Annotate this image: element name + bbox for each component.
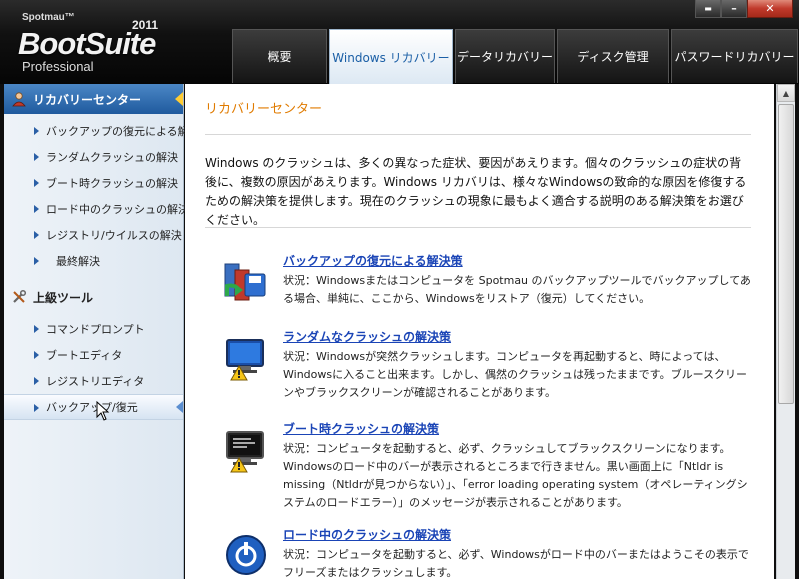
sidebar-item-label: ブート時クラッシュの解決: [46, 177, 178, 190]
sidebar-item-label: バックアップの復元による解決: [46, 125, 200, 138]
menu-button[interactable]: ▬: [695, 0, 721, 18]
sidebar-item-label: コマンドプロンプト: [46, 323, 145, 336]
tools-icon: [10, 288, 28, 306]
sidebar-item-loading-crash[interactable]: ロード中のクラッシュの解決: [4, 196, 189, 222]
sidebar-item-boot-crash[interactable]: ブート時クラッシュの解決: [4, 170, 183, 196]
tab-password-recovery[interactable]: パスワードリカバリー: [671, 29, 798, 83]
tab-disk-management[interactable]: ディスク管理: [557, 29, 669, 83]
product-edition: Professional: [22, 59, 94, 74]
solution-description: 状況：コンピュータを起動すると、必ず、クラッシュしてブラックスクリーンになります…: [283, 442, 748, 509]
vertical-scrollbar[interactable]: ▲: [776, 84, 795, 579]
sidebar-item-label: バックアップ/復元: [46, 401, 138, 414]
window-controls: ▬ – ✕: [695, 0, 793, 18]
intro-text: Windows のクラッシュは、多くの異なった症状、要因があえります。個々のクラ…: [205, 156, 747, 227]
sidebar-item-registry-virus[interactable]: レジストリ/ウイルスの解決: [4, 222, 183, 248]
sidebar-item-label: レジストリエディタ: [46, 375, 145, 388]
sidebar-item-random-crash[interactable]: ランダムクラッシュの解決: [4, 144, 183, 170]
mouse-cursor-icon: [96, 401, 110, 421]
tab-windows-recovery[interactable]: Windows リカバリー: [329, 29, 453, 85]
main-tabs: 概要 Windows リカバリー データリカバリー ディスク管理 パスワードリカ…: [232, 29, 799, 85]
close-button[interactable]: ✕: [747, 0, 793, 18]
selection-marker: [176, 401, 183, 413]
arrow-right-icon: [34, 153, 39, 161]
power-icon: [226, 535, 266, 575]
sidebar-item-label: 最終解決: [56, 255, 100, 268]
arrow-right-icon: [34, 377, 39, 385]
divider: [205, 227, 751, 228]
page-title: リカバリーセンター: [205, 102, 323, 117]
boot-crash-icon: [226, 431, 264, 473]
main-content: リカバリーセンター Windows のクラッシュは、多くの異なった症状、要因があ…: [185, 84, 774, 579]
sidebar-section-label: リカバリーセンター: [33, 92, 142, 107]
sidebar-item-label: ブートエディタ: [46, 349, 123, 362]
sidebar-section-advanced-tools[interactable]: 上級ツール: [4, 282, 183, 312]
arrow-right-icon: [34, 205, 39, 213]
solution-link-backup-restore[interactable]: バックアップの復元による解決策: [283, 252, 463, 269]
sidebar-item-backup-restore-solution[interactable]: バックアップの復元による解決: [4, 118, 200, 144]
sidebar-item-backup-restore[interactable]: バックアップ/復元: [4, 394, 183, 421]
solution-link-random-crash[interactable]: ランダムなクラッシュの解決策: [283, 328, 451, 345]
arrow-right-icon: [34, 404, 39, 412]
user-icon: [10, 90, 28, 108]
brand-name: Spotmau™: [22, 12, 75, 23]
sidebar-section-recovery-center[interactable]: リカバリーセンター: [4, 84, 183, 114]
title-bar: Spotmau™ 2011 BootSuite Professional ▬ –…: [0, 0, 799, 85]
arrow-right-icon: [34, 231, 39, 239]
product-name: BootSuite: [18, 26, 156, 61]
tab-overview[interactable]: 概要: [232, 29, 327, 83]
arrow-right-icon: [34, 325, 39, 333]
section-marker: [175, 92, 183, 106]
scroll-thumb[interactable]: [778, 104, 794, 404]
scroll-up-icon[interactable]: ▲: [777, 84, 795, 102]
sidebar-item-label: ランダムクラッシュの解決: [46, 151, 178, 164]
sidebar: リカバリーセンター バックアップの復元による解決 ランダムクラッシュの解決 ブー…: [4, 84, 200, 579]
sidebar-item-command-prompt[interactable]: コマンドプロンプト: [4, 316, 183, 342]
tab-data-recovery[interactable]: データリカバリー: [455, 29, 555, 83]
arrow-right-icon: [34, 127, 39, 135]
backup-restore-icon: [224, 263, 266, 301]
sidebar-section-label: 上級ツール: [33, 290, 94, 305]
sidebar-item-registry-editor[interactable]: レジストリエディタ: [4, 368, 183, 394]
sidebar-item-label: ロード中のクラッシュの解決: [46, 203, 189, 216]
minimize-button[interactable]: –: [721, 0, 747, 18]
solution-description: 状況：コンピュータを起動すると、必ず、Windowsがロード中のバーまたはようこ…: [283, 548, 749, 579]
random-crash-icon: [226, 339, 264, 381]
sidebar-item-boot-editor[interactable]: ブートエディタ: [4, 342, 183, 368]
solution-description: 状況：Windowsまたはコンピュータを Spotmau のバックアップツールで…: [283, 274, 751, 305]
arrow-right-icon: [34, 257, 39, 265]
solution-link-loading-crash[interactable]: ロード中のクラッシュの解決策: [283, 526, 451, 543]
sidebar-item-final-solution[interactable]: 最終解決: [4, 248, 183, 274]
divider: [205, 134, 751, 135]
solution-description: 状況：Windowsが突然クラッシュします。コンピュータを再起動すると、時によっ…: [283, 350, 748, 399]
sidebar-item-label: レジストリ/ウイルスの解決: [46, 229, 182, 242]
arrow-right-icon: [34, 351, 39, 359]
arrow-right-icon: [34, 179, 39, 187]
solution-link-boot-crash[interactable]: ブート時クラッシュの解決策: [283, 420, 439, 437]
